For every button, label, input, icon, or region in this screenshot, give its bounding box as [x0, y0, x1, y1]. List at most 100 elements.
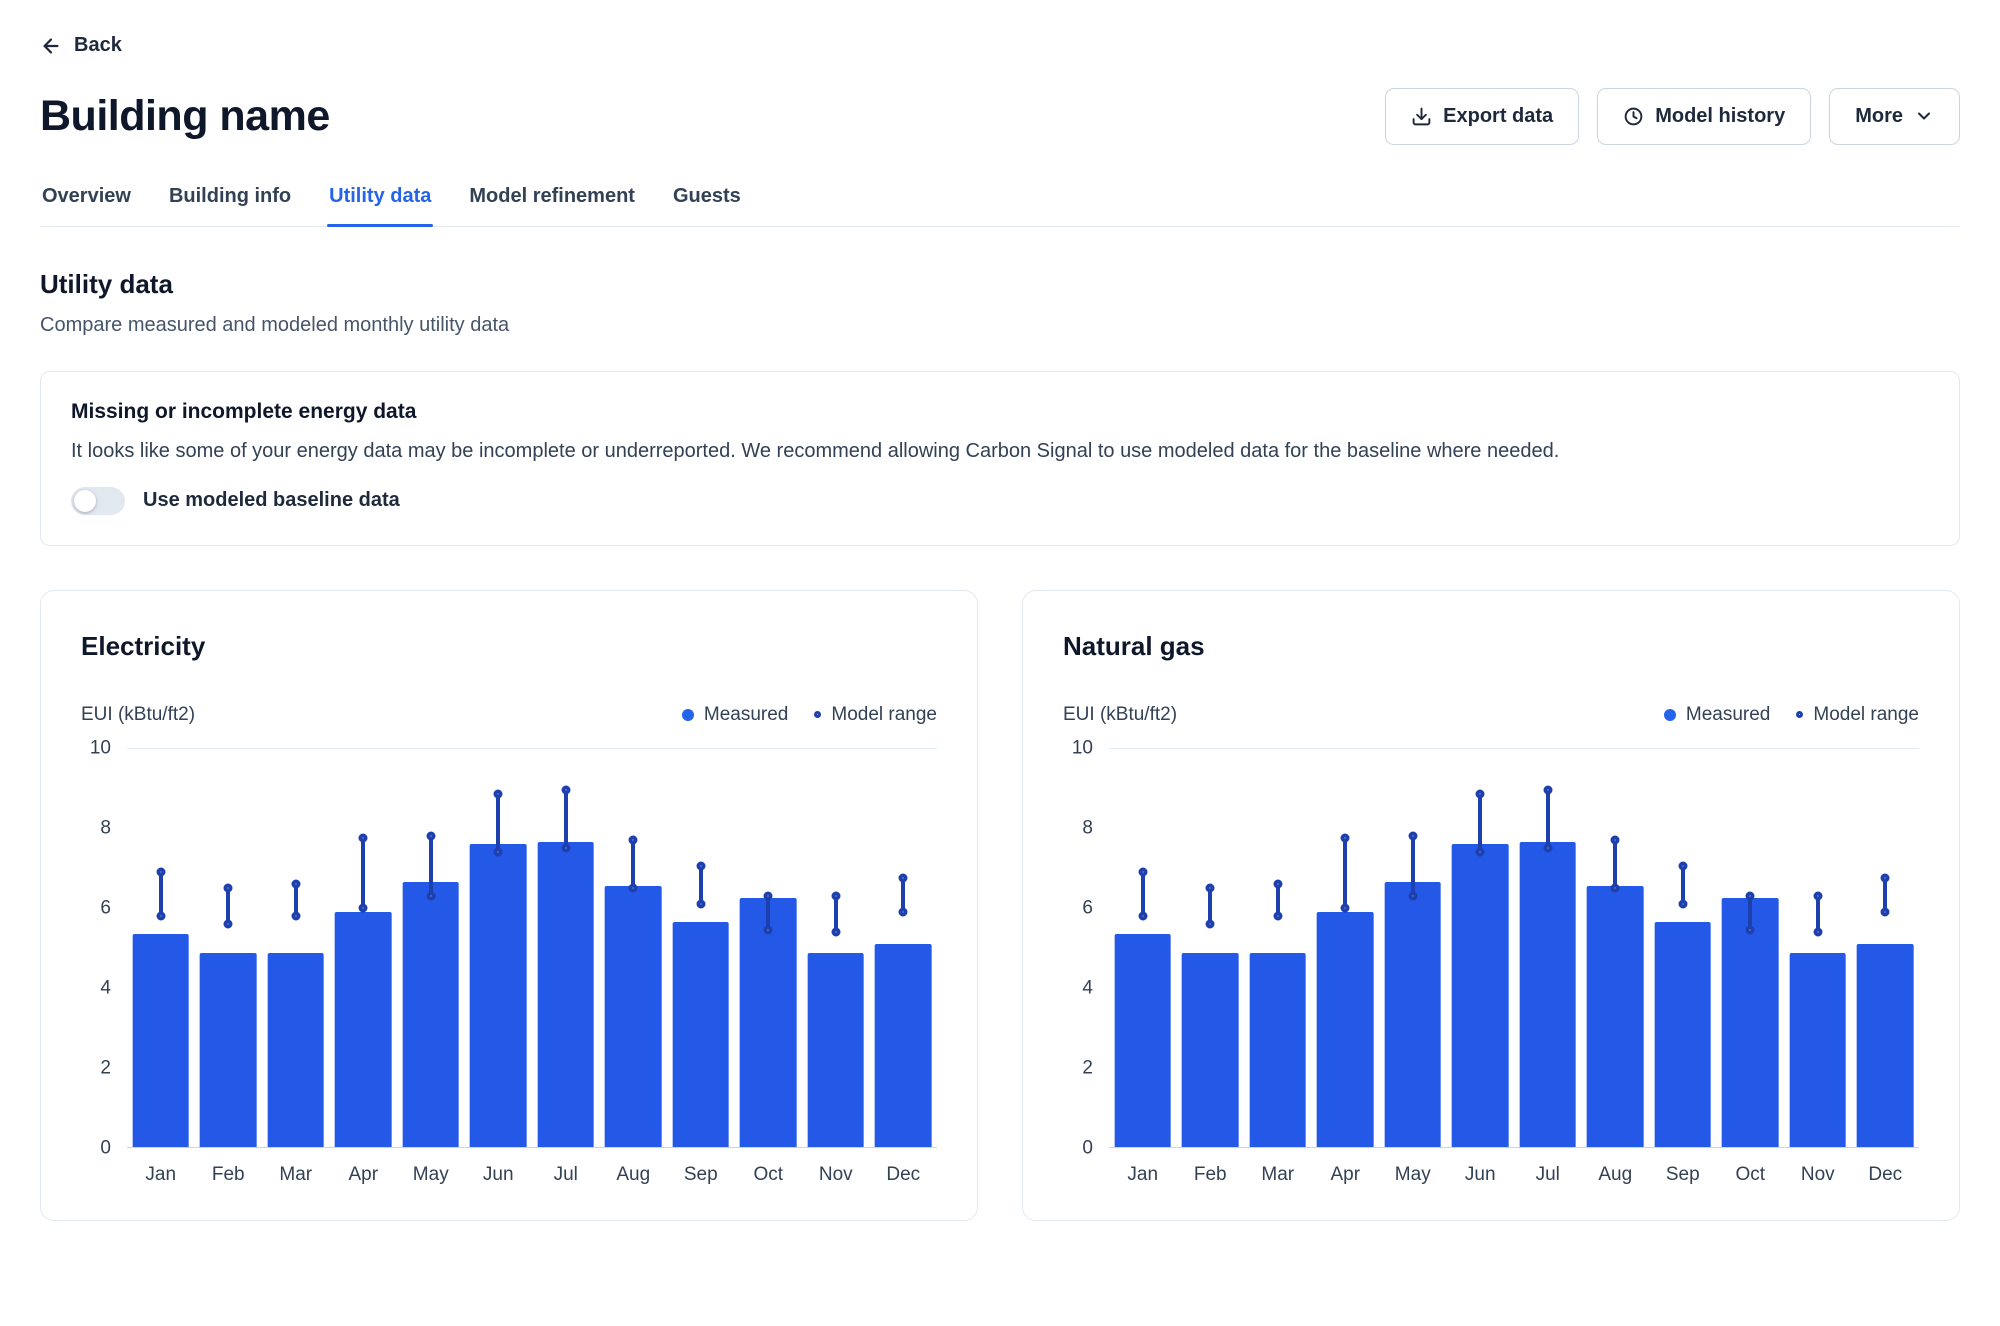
- x-tick-label: Dec: [1852, 1164, 1920, 1186]
- chart-meta: EUI (kBtu/ft2) Measured Model range: [81, 704, 937, 726]
- chart-legend: Measured Model range: [1664, 704, 1919, 726]
- chart-column-jan: [127, 749, 195, 1147]
- y-tick-label: 6: [100, 898, 111, 917]
- x-tick-label: May: [1379, 1164, 1447, 1186]
- model-range-low-dot-apr: [359, 903, 368, 912]
- chart-column-jul: [1514, 749, 1582, 1147]
- model-range-low-dot-aug: [629, 883, 638, 892]
- measured-bar-mar: [1249, 953, 1306, 1146]
- chart-column-jun: [1447, 749, 1515, 1147]
- electricity-plot-area: [127, 748, 937, 1148]
- model-range-low-dot-aug: [1611, 883, 1620, 892]
- chart-column-dec: [1852, 749, 1920, 1147]
- measured-bar-jan: [1114, 934, 1171, 1147]
- measured-bar-may: [1384, 882, 1441, 1147]
- x-tick-label: Dec: [870, 1164, 938, 1186]
- more-button[interactable]: More: [1829, 88, 1960, 145]
- model-range-low-dot-oct: [764, 925, 773, 934]
- y-axis-label: EUI (kBtu/ft2): [1063, 704, 1177, 726]
- model-range-high-dot-jun: [494, 790, 503, 799]
- back-arrow-icon: [40, 35, 62, 57]
- measured-bar-apr: [1317, 912, 1374, 1147]
- measured-bar-oct: [740, 898, 797, 1147]
- legend-item-measured: Measured: [682, 704, 789, 726]
- x-axis-labels: JanFebMarAprMayJunJulAugSepOctNovDec: [1109, 1164, 1919, 1186]
- model-range-high-dot-mar: [1273, 879, 1282, 888]
- back-label: Back: [74, 34, 122, 57]
- legend-measured-label: Measured: [704, 704, 789, 726]
- model-range-low-dot-sep: [1678, 899, 1687, 908]
- tab-overview[interactable]: Overview: [40, 181, 133, 226]
- measured-bar-jan: [132, 934, 189, 1147]
- chart-column-mar: [1244, 749, 1312, 1147]
- alert-body: It looks like some of your energy data m…: [71, 440, 1929, 463]
- x-tick-label: Sep: [1649, 1164, 1717, 1186]
- model-range-high-dot-jul: [1543, 786, 1552, 795]
- model-range-high-dot-may: [1408, 832, 1417, 841]
- y-tick-label: 2: [100, 1058, 111, 1077]
- measured-bar-mar: [267, 953, 324, 1146]
- model-range-line-may: [429, 836, 433, 896]
- x-tick-label: Sep: [667, 1164, 735, 1186]
- measured-bar-jul: [537, 842, 594, 1146]
- model-range-line-aug: [631, 840, 635, 888]
- use-modeled-baseline-toggle[interactable]: [71, 487, 125, 515]
- tab-model-refinement[interactable]: Model refinement: [467, 181, 637, 226]
- measured-dot-icon: [1664, 709, 1676, 721]
- model-range-line-sep: [699, 866, 703, 904]
- measured-dot-icon: [682, 709, 694, 721]
- model-range-high-dot-apr: [359, 834, 368, 843]
- page: Back Building name Export data Model his…: [0, 0, 2000, 1251]
- download-icon: [1411, 106, 1432, 127]
- chart-column-oct: [1717, 749, 1785, 1147]
- back-link[interactable]: Back: [40, 34, 122, 57]
- tab-bar: Overview Building info Utility data Mode…: [40, 181, 1960, 227]
- model-range-high-dot-oct: [1746, 891, 1755, 900]
- model-history-button[interactable]: Model history: [1597, 88, 1811, 145]
- model-range-high-dot-jan: [1138, 867, 1147, 876]
- x-tick-label: Jan: [1109, 1164, 1177, 1186]
- model-range-line-apr: [1343, 838, 1347, 908]
- model-range-line-jun: [496, 794, 500, 852]
- tab-building-info[interactable]: Building info: [167, 181, 293, 226]
- model-range-ring-icon: [1796, 711, 1803, 718]
- tab-guests[interactable]: Guests: [671, 181, 743, 226]
- model-range-low-dot-feb: [1206, 919, 1215, 928]
- model-range-high-dot-sep: [1678, 861, 1687, 870]
- measured-bar-apr: [335, 912, 392, 1147]
- model-range-low-dot-sep: [696, 899, 705, 908]
- y-axis-label: EUI (kBtu/ft2): [81, 704, 195, 726]
- x-axis-labels: JanFebMarAprMayJunJulAugSepOctNovDec: [127, 1164, 937, 1186]
- model-range-high-dot-dec: [1881, 873, 1890, 882]
- y-tick-label: 10: [1072, 738, 1093, 757]
- measured-bar-dec: [875, 944, 932, 1147]
- chart-legend: Measured Model range: [682, 704, 937, 726]
- model-range-high-dot-apr: [1341, 834, 1350, 843]
- model-range-low-dot-jan: [156, 911, 165, 920]
- chart-column-feb: [1177, 749, 1245, 1147]
- natural-gas-plot-area: [1109, 748, 1919, 1148]
- natural-gas-chart-card: Natural gas EUI (kBtu/ft2) Measured Mode…: [1022, 590, 1960, 1221]
- model-range-low-dot-may: [1408, 891, 1417, 900]
- x-tick-label: Jun: [465, 1164, 533, 1186]
- model-range-high-dot-mar: [291, 879, 300, 888]
- export-data-button[interactable]: Export data: [1385, 88, 1579, 145]
- chevron-down-icon: [1914, 106, 1934, 126]
- section-title: Utility data: [40, 269, 1960, 300]
- plot-wrap: 0246810: [1063, 748, 1919, 1148]
- missing-data-alert: Missing or incomplete energy data It loo…: [40, 371, 1960, 546]
- y-tick-label: 6: [1082, 898, 1093, 917]
- x-tick-label: Aug: [600, 1164, 668, 1186]
- tab-utility-data[interactable]: Utility data: [327, 181, 433, 226]
- chart-column-sep: [1649, 749, 1717, 1147]
- model-range-high-dot-feb: [224, 883, 233, 892]
- legend-item-measured: Measured: [1664, 704, 1771, 726]
- model-range-low-dot-mar: [1273, 911, 1282, 920]
- chart-title: Electricity: [81, 631, 937, 662]
- y-tick-label: 4: [1082, 978, 1093, 997]
- x-tick-label: Nov: [802, 1164, 870, 1186]
- model-range-high-dot-jun: [1476, 790, 1485, 799]
- model-range-high-dot-sep: [696, 861, 705, 870]
- model-range-line-jun: [1478, 794, 1482, 852]
- x-tick-label: Jan: [127, 1164, 195, 1186]
